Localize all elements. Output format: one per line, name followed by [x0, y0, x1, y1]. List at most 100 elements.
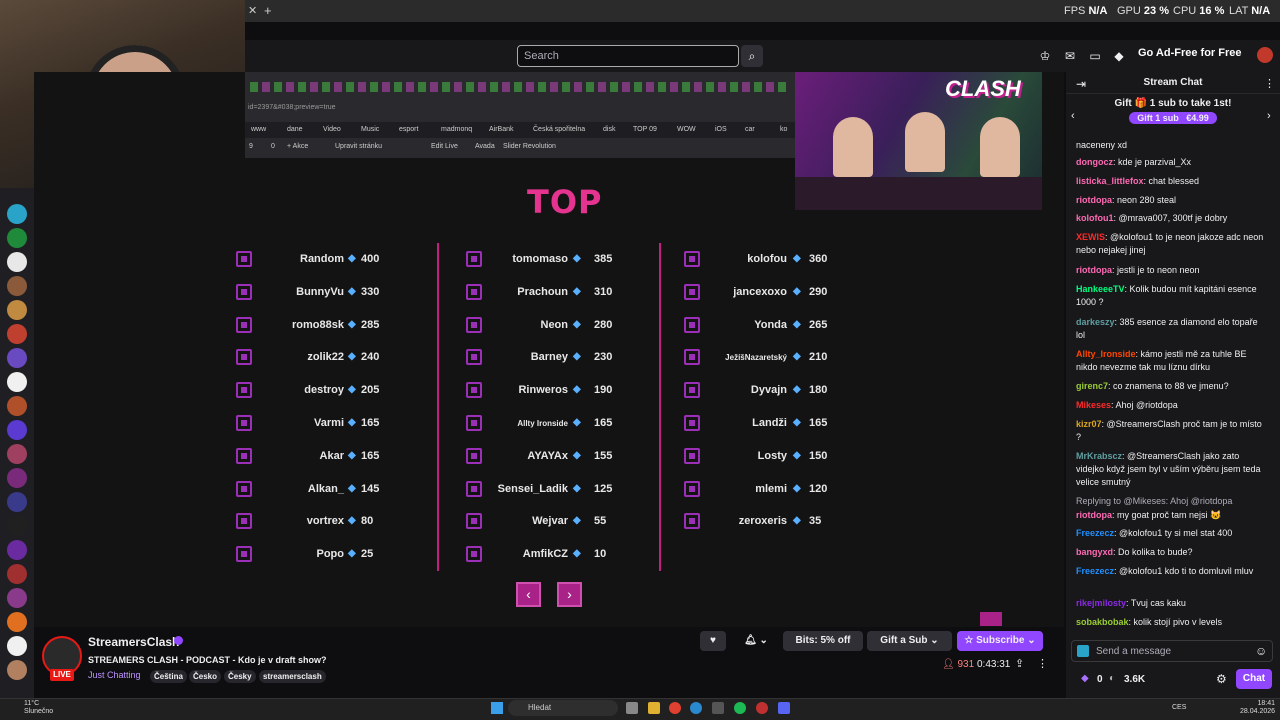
tag[interactable]: streamersclash: [259, 670, 326, 683]
chat-send-button[interactable]: Chat: [1236, 669, 1272, 689]
channel-avatar[interactable]: [7, 444, 27, 464]
channel-avatar[interactable]: [7, 516, 27, 536]
chat-username[interactable]: HankeeeTV: [1076, 284, 1125, 294]
whispers-icon[interactable]: ▭: [1087, 48, 1103, 64]
obs-icon[interactable]: [756, 702, 768, 714]
share-icon[interactable]: ⇪: [1015, 657, 1024, 670]
tag[interactable]: Česko: [189, 670, 222, 683]
chat-username[interactable]: rikejmilosty: [1076, 598, 1126, 608]
close-tab-icon[interactable]: ✕: [248, 4, 257, 17]
channel-avatar[interactable]: [7, 348, 27, 368]
notifications-bell-icon[interactable]: 🔔︎ ⌄: [736, 631, 776, 651]
channel-avatar[interactable]: [7, 420, 27, 440]
input-language[interactable]: CES: [1172, 704, 1186, 711]
inbox-icon[interactable]: ✉: [1062, 48, 1078, 64]
chat-username[interactable]: riotdopa: [1076, 195, 1112, 205]
chat-username[interactable]: Freezecz: [1076, 528, 1114, 538]
channel-avatar[interactable]: [7, 372, 27, 392]
chat-username[interactable]: darkeszy: [1076, 317, 1115, 327]
channel-avatar[interactable]: [7, 564, 27, 584]
chevron-left-icon[interactable]: ‹: [1071, 110, 1075, 122]
rank-icon: [236, 251, 252, 267]
emote-icon[interactable]: ☺: [1255, 644, 1267, 658]
chat-username[interactable]: riotdopa: [1076, 510, 1112, 520]
chat-identity-icon[interactable]: [1077, 645, 1089, 657]
chat-username[interactable]: Allty_Ironside: [1076, 349, 1136, 359]
gear-icon[interactable]: ⚙: [1216, 672, 1227, 686]
heart-icon[interactable]: ♥: [700, 631, 726, 651]
windows-start-icon[interactable]: [491, 702, 503, 714]
chrome-icon[interactable]: [669, 702, 681, 714]
scroll-up-button[interactable]: [980, 612, 1002, 626]
bits-discount-button[interactable]: Bits: 5% off: [783, 631, 863, 651]
subscribe-button[interactable]: ☆ Subscribe ⌄: [957, 631, 1043, 651]
new-tab-icon[interactable]: +: [264, 3, 272, 18]
tag[interactable]: Čeština: [150, 670, 187, 683]
chat-username[interactable]: Mikeses: [1076, 400, 1111, 410]
channel-avatar[interactable]: [7, 396, 27, 416]
channel-avatar[interactable]: [7, 492, 27, 512]
discord-icon[interactable]: [778, 702, 790, 714]
task-view-icon[interactable]: [626, 702, 638, 714]
channel-name[interactable]: StreamersClash: [88, 635, 179, 649]
prime-crown-icon[interactable]: ♔: [1037, 48, 1053, 64]
channel-avatar[interactable]: [7, 588, 27, 608]
chat-input[interactable]: Send a message: [1071, 640, 1273, 662]
chat-username[interactable]: kizr07: [1076, 419, 1102, 429]
essence-icon: ◆: [793, 449, 801, 461]
channel-avatar[interactable]: [7, 660, 27, 680]
bits-balance-icon[interactable]: ◐: [1109, 673, 1115, 684]
essence-icon: ◆: [573, 548, 581, 560]
channel-avatar[interactable]: [7, 636, 27, 656]
gift-sub-button[interactable]: Gift 1 sub €4.99: [1129, 112, 1217, 124]
chat-username[interactable]: MrKrabscz: [1076, 451, 1122, 461]
app-icon[interactable]: [712, 702, 724, 714]
chevron-right-icon[interactable]: ›: [1267, 110, 1271, 122]
channel-points-icon[interactable]: ◆: [1081, 673, 1089, 684]
channel-avatar[interactable]: [7, 540, 27, 560]
search-icon[interactable]: ⌕: [741, 45, 763, 67]
chat-username[interactable]: riotdopa: [1076, 265, 1112, 275]
next-page-button[interactable]: ›: [557, 582, 582, 607]
chat-username[interactable]: girenc7: [1076, 381, 1108, 391]
channel-avatar[interactable]: [7, 276, 27, 296]
clock[interactable]: 18:41 28.04.2026: [1240, 700, 1275, 716]
channel-avatar[interactable]: [7, 324, 27, 344]
bookmark: esport: [399, 126, 419, 133]
category-link[interactable]: Just Chatting: [88, 670, 141, 680]
leaderboard-row: Yonda ◆ 265: [0, 315, 827, 335]
chat-username[interactable]: kolofou1: [1076, 213, 1114, 223]
taskbar-search[interactable]: Hledat: [508, 700, 618, 716]
spotify-icon[interactable]: [734, 702, 746, 714]
rank-icon: [684, 513, 700, 530]
column-divider: [659, 243, 661, 571]
chat-settings-icon[interactable]: ⋮: [1264, 77, 1275, 90]
channel-avatar[interactable]: [7, 204, 27, 224]
channel-avatar[interactable]: [7, 468, 27, 488]
prev-page-button[interactable]: ‹: [516, 582, 541, 607]
admin-item: Upravit stránku: [335, 143, 383, 150]
chat-username[interactable]: dongocz: [1076, 157, 1113, 167]
chat-username[interactable]: XEWIS: [1076, 232, 1105, 242]
search-input[interactable]: Search: [517, 45, 739, 67]
admin-item: Edit Live: [431, 143, 458, 150]
chat-username[interactable]: bangyxd: [1076, 547, 1113, 557]
gift-a-sub-button[interactable]: Gift a Sub ⌄: [867, 631, 952, 651]
tag[interactable]: Česky: [224, 670, 256, 683]
user-avatar[interactable]: [1257, 47, 1273, 63]
uptime: 0:43:31: [977, 659, 1011, 670]
channel-avatar[interactable]: [7, 228, 27, 248]
channel-avatar[interactable]: [7, 612, 27, 632]
file-explorer-icon[interactable]: [648, 702, 660, 714]
chat-text: : Ahoj @riotdopa: [1111, 400, 1178, 410]
chat-username[interactable]: sobakbobak: [1076, 617, 1129, 627]
ad-free-button[interactable]: Go Ad-Free for Free: [1138, 47, 1242, 59]
channel-avatar[interactable]: [7, 300, 27, 320]
channel-avatar[interactable]: [7, 252, 27, 272]
edge-icon[interactable]: [690, 702, 702, 714]
bits-icon[interactable]: ◆: [1111, 48, 1127, 64]
more-options-icon[interactable]: ⋮: [1037, 657, 1048, 670]
chat-username[interactable]: Freezecz: [1076, 566, 1114, 576]
weather-widget[interactable]: 11°C Slunečno: [24, 700, 53, 716]
chat-username[interactable]: listicka_littlefox: [1076, 176, 1144, 186]
